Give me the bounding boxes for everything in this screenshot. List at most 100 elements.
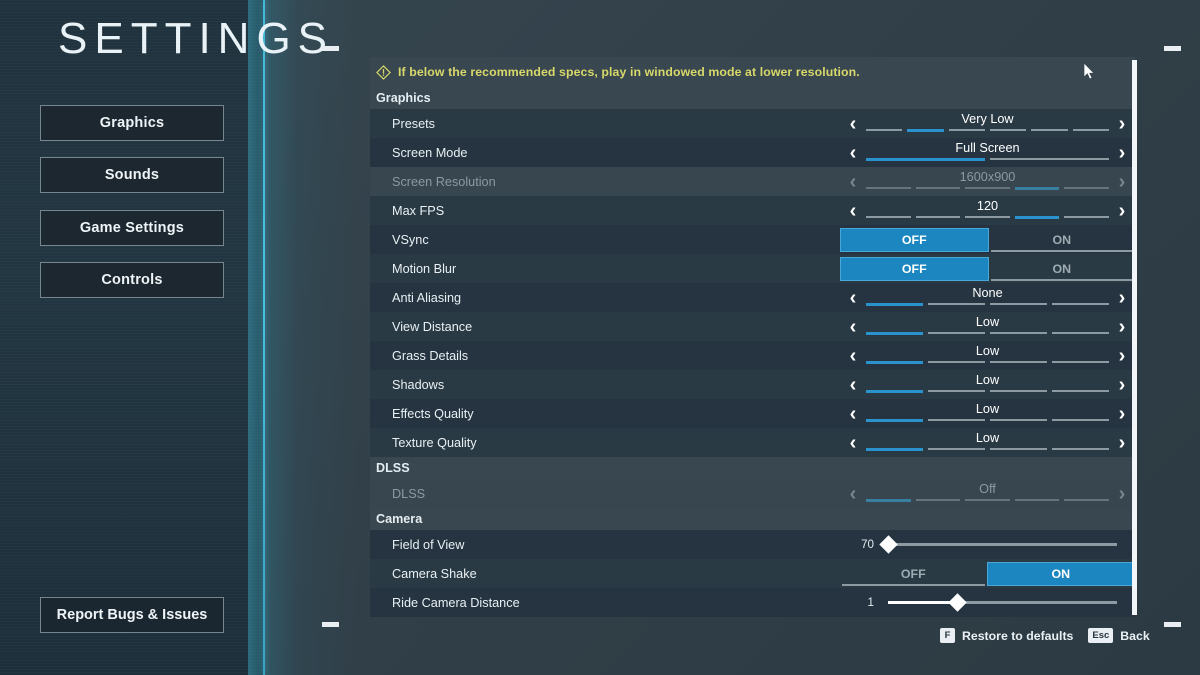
toggle-option-on[interactable]: ON <box>986 561 1135 586</box>
sidebar-item-graphics[interactable]: Graphics <box>40 105 224 141</box>
stepper-body: None <box>866 283 1109 312</box>
stepper-segment <box>866 158 985 161</box>
stepper-body: Low <box>866 341 1109 370</box>
slider: 1 <box>840 588 1135 617</box>
stepper-segments <box>866 332 1109 335</box>
chevron-left-icon[interactable]: ‹ <box>840 341 866 370</box>
stepper-segment <box>990 390 1047 392</box>
chevron-left-icon[interactable]: ‹ <box>840 283 866 312</box>
stepper-segment <box>866 303 923 306</box>
chevron-left-icon[interactable]: ‹ <box>840 312 866 341</box>
chevron-left-icon[interactable]: ‹ <box>840 399 866 428</box>
stepper-value: Low <box>975 431 1000 445</box>
setting-row-screen-resolution: Screen Resolution ‹ 1600x900 › <box>370 167 1135 196</box>
setting-row-view-distance[interactable]: View Distance ‹ Low › <box>370 312 1135 341</box>
toggle-option-off[interactable]: OFF <box>840 562 987 586</box>
setting-row-texture-quality[interactable]: Texture Quality ‹ Low › <box>370 428 1135 457</box>
warning-banner: If below the recommended specs, play in … <box>370 57 1135 87</box>
slider-track[interactable] <box>879 535 1117 554</box>
toggle-option-on[interactable]: ON <box>989 257 1136 281</box>
setting-label: VSync <box>392 232 429 247</box>
chevron-left-icon[interactable]: ‹ <box>840 428 866 457</box>
setting-label: Field of View <box>392 537 465 552</box>
stepper-segment <box>965 499 1010 501</box>
toggle-underline <box>842 583 985 586</box>
slider-handle[interactable] <box>879 535 898 554</box>
setting-control: OFF ON <box>840 225 1135 254</box>
toggle-group: OFF ON <box>840 254 1135 283</box>
chevron-left-icon[interactable]: ‹ <box>840 109 866 138</box>
sidebar-item-game-settings[interactable]: Game Settings <box>40 210 224 246</box>
toggle-option-off[interactable]: OFF <box>840 256 989 281</box>
stepper-segment <box>990 448 1047 450</box>
stepper-segment <box>1052 361 1109 363</box>
setting-label: Screen Mode <box>392 145 468 160</box>
stepper-segment <box>866 361 923 364</box>
setting-control: ‹ Low › <box>840 399 1135 428</box>
stepper-value: 120 <box>976 199 999 213</box>
restore-defaults-label[interactable]: Restore to defaults <box>962 629 1073 643</box>
stepper-segment <box>1052 390 1109 392</box>
stepper: ‹ None › <box>840 283 1135 312</box>
stepper: ‹ Low › <box>840 312 1135 341</box>
stepper-segment <box>928 448 985 450</box>
setting-row-max-fps[interactable]: Max FPS ‹ 120 › <box>370 196 1135 225</box>
stepper-segment <box>866 187 911 189</box>
stepper-value: Low <box>975 344 1000 358</box>
stepper-segment <box>915 216 961 218</box>
setting-row-motion-blur[interactable]: Motion Blur OFF ON <box>370 254 1135 283</box>
stepper-value: Low <box>975 315 1000 329</box>
setting-control: ‹ Off › <box>840 479 1135 508</box>
setting-row-camera-shake[interactable]: Camera Shake OFF ON <box>370 559 1135 588</box>
stepper-segments <box>866 361 1109 364</box>
stepper-segment <box>1014 216 1060 219</box>
setting-label: DLSS <box>392 486 426 501</box>
key-badge-f: F <box>940 628 955 643</box>
stepper-segment <box>1052 303 1109 305</box>
setting-row-ride-camera-distance[interactable]: Ride Camera Distance 1 <box>370 588 1135 617</box>
stepper: ‹ Low › <box>840 399 1135 428</box>
stepper-segment <box>1064 187 1109 189</box>
corner-marker-bottom-left <box>322 622 339 627</box>
stepper: ‹ 120 › <box>840 196 1135 225</box>
stepper-segment <box>1052 448 1109 450</box>
stepper-value: Full Screen <box>955 141 1020 155</box>
setting-row-presets[interactable]: Presets ‹ Very Low › <box>370 109 1135 138</box>
stepper-segments <box>866 187 1109 190</box>
stepper-segments <box>866 499 1109 502</box>
setting-row-grass-details[interactable]: Grass Details ‹ Low › <box>370 341 1135 370</box>
stepper-segment <box>915 499 961 501</box>
report-bugs-button[interactable]: Report Bugs & Issues <box>40 597 224 633</box>
setting-row-field-of-view[interactable]: Field of View 70 <box>370 530 1135 559</box>
chevron-left-icon[interactable]: ‹ <box>840 196 866 225</box>
key-badge-esc: Esc <box>1088 628 1114 643</box>
toggle-option-off[interactable]: OFF <box>840 227 989 252</box>
chevron-left-icon[interactable]: ‹ <box>840 370 866 399</box>
toggle-underline <box>990 278 1133 281</box>
setting-row-anti-aliasing[interactable]: Anti Aliasing ‹ None › <box>370 283 1135 312</box>
slider-handle[interactable] <box>947 593 967 612</box>
setting-row-shadows[interactable]: Shadows ‹ Low › <box>370 370 1135 399</box>
stepper-segment <box>990 158 1109 160</box>
setting-row-effects-quality[interactable]: Effects Quality ‹ Low › <box>370 399 1135 428</box>
setting-control: OFF ON <box>840 559 1135 588</box>
sidebar-item-sounds[interactable]: Sounds <box>40 157 224 193</box>
setting-control: ‹ Low › <box>840 370 1135 399</box>
toggle-option-on[interactable]: ON <box>989 228 1136 252</box>
slider-track[interactable] <box>888 593 1117 612</box>
scrollbar-thumb[interactable] <box>1132 60 1137 615</box>
sidebar-item-controls[interactable]: Controls <box>40 262 224 298</box>
setting-control: ‹ 120 › <box>840 196 1135 225</box>
setting-label: Ride Camera Distance <box>392 595 520 610</box>
stepper-segment <box>866 499 911 502</box>
stepper-segment <box>928 303 985 305</box>
setting-row-vsync[interactable]: VSync OFF ON <box>370 225 1135 254</box>
stepper-segments <box>866 216 1109 219</box>
stepper-value: Low <box>975 402 1000 416</box>
stepper-body: Low <box>866 312 1109 341</box>
back-label[interactable]: Back <box>1120 629 1149 643</box>
setting-row-screen-mode[interactable]: Screen Mode ‹ Full Screen › <box>370 138 1135 167</box>
stepper-segments <box>866 390 1109 393</box>
sidebar-panel <box>0 0 264 675</box>
chevron-left-icon[interactable]: ‹ <box>840 138 866 167</box>
